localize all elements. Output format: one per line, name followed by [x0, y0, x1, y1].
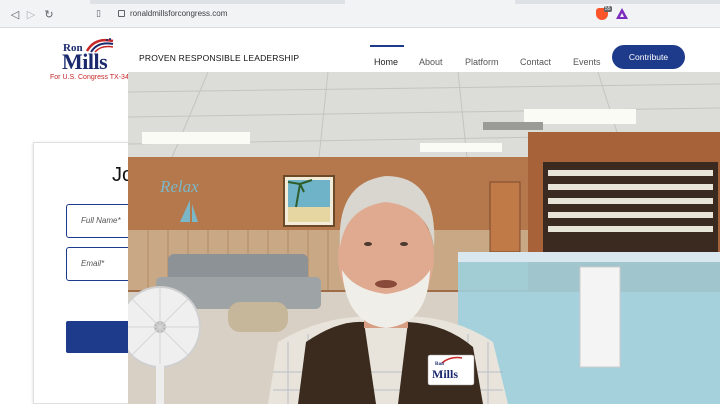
tab-strip — [0, 0, 720, 4]
back-icon[interactable]: ◁ — [8, 8, 22, 22]
left-eye — [364, 242, 372, 246]
logo-last-name: Mills — [62, 49, 108, 74]
display-case-top — [458, 252, 720, 262]
lock-icon[interactable] — [118, 10, 125, 17]
video-frame: Relax Ron Mills — [128, 72, 720, 404]
coffee-table — [228, 302, 288, 332]
browser-toolbar: ◁ ▷ ↻ ▯ ronaldmillsforcongress.com 55 — [0, 0, 720, 28]
browser-tab[interactable] — [0, 0, 90, 4]
nav-home[interactable]: Home — [374, 57, 398, 67]
logo-subtitle: For U.S. Congress TX-34 — [50, 74, 129, 81]
video-overlay[interactable]: Relax Ron Mills — [128, 72, 720, 404]
fan-stand — [156, 364, 164, 404]
nav-platform[interactable]: Platform — [465, 57, 499, 67]
address-bar[interactable]: ▯ ronaldmillsforcongress.com — [90, 7, 630, 23]
ceiling-vent — [483, 122, 543, 130]
mouth — [375, 280, 397, 288]
site-tagline: PROVEN RESPONSIBLE LEADERSHIP — [139, 53, 300, 63]
campaign-logo[interactable]: Ron Mills For U.S. Congress TX-34 — [48, 32, 129, 82]
forward-icon[interactable]: ▷ — [24, 8, 38, 22]
ceiling-light — [420, 143, 502, 152]
ceiling-light — [142, 132, 250, 144]
bookmark-icon[interactable]: ▯ — [96, 8, 108, 20]
atm-machine — [579, 266, 621, 368]
brave-rewards-icon-cutout — [620, 13, 624, 17]
shield-count-badge: 55 — [604, 6, 612, 12]
reload-icon[interactable]: ↻ — [42, 8, 56, 22]
right-eye — [400, 242, 408, 246]
browser-tab-active[interactable] — [345, 0, 515, 4]
badge-last-name: Mills — [432, 367, 458, 381]
relax-sign: Relax — [159, 177, 199, 196]
ceiling-light — [524, 109, 636, 124]
contribute-button[interactable]: Contribute — [612, 45, 685, 69]
door — [489, 181, 521, 253]
beach-sand — [288, 207, 330, 222]
nav-events[interactable]: Events — [573, 57, 601, 67]
nav-about[interactable]: About — [419, 57, 443, 67]
url-text: ronaldmillsforcongress.com — [130, 9, 228, 18]
full-name-placeholder: Full Name* — [81, 216, 121, 225]
nav-contact[interactable]: Contact — [520, 57, 551, 67]
active-nav-indicator — [370, 45, 404, 47]
email-placeholder: Email* — [81, 259, 105, 268]
